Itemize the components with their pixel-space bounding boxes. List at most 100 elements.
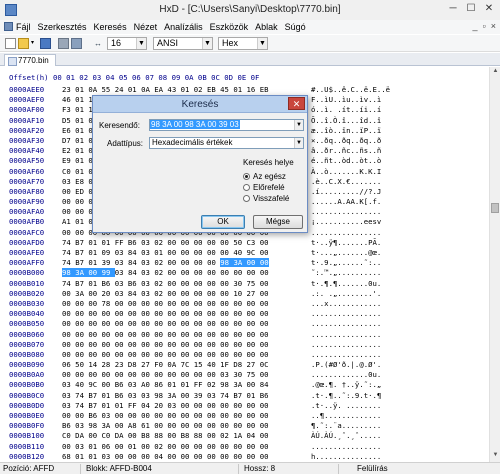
row-bytes[interactable]: 00 00 00 78 00 00 00 00 00 00 00 00 00 0… bbox=[62, 299, 311, 309]
ok-button[interactable]: OK bbox=[201, 215, 245, 229]
row-text[interactable]: ......A.AA.K[.f. bbox=[311, 197, 489, 207]
mdi-control[interactable]: × bbox=[491, 21, 496, 31]
direction-radio[interactable]: Az egész bbox=[243, 172, 286, 181]
cancel-button[interactable]: Mégse bbox=[253, 215, 303, 229]
row-bytes[interactable]: 74 B7 01 B6 03 B6 03 02 00 00 00 00 00 3… bbox=[62, 279, 311, 289]
hex-row[interactable]: 0000B0C0 03 74 B7 01 B6 03 03 98 3A 00 39… bbox=[9, 391, 489, 401]
row-bytes[interactable]: 00 00 00 00 00 00 00 00 00 00 00 00 03 3… bbox=[62, 370, 311, 380]
row-text[interactable]: .............0u. bbox=[311, 370, 489, 380]
hex-row[interactable]: 0000B0D0 03 74 B7 01 01 FF 04 20 03 00 00… bbox=[9, 401, 489, 411]
row-text[interactable]: ...x............ bbox=[311, 299, 489, 309]
vertical-scrollbar[interactable]: ▲ ▼ bbox=[489, 67, 500, 462]
row-text[interactable]: .t·.¶..˜:.9.t·.¶ bbox=[311, 391, 489, 401]
hex-row[interactable]: 0000AFF0 74 B7 01 39 03 84 03 02 00 00 00… bbox=[9, 258, 489, 268]
menu-item[interactable]: Nézet bbox=[134, 22, 158, 32]
row-text[interactable]: .@œ.¶. †..ÿ.˜:.„ bbox=[311, 380, 489, 390]
row-text[interactable]: .:. .„........'. bbox=[311, 289, 489, 299]
hex-row[interactable]: 0000B050 00 00 00 00 00 00 00 00 00 00 00… bbox=[9, 319, 489, 329]
dialog-close-button[interactable]: ✕ bbox=[288, 97, 305, 110]
row-text[interactable]: ..¶............. bbox=[311, 411, 489, 421]
row-bytes[interactable]: 00 00 00 00 00 00 00 00 00 00 00 00 00 0… bbox=[62, 309, 311, 319]
menu-item[interactable]: Ablak bbox=[255, 22, 278, 32]
row-text[interactable]: â..ðr..ñc..ñs..ñ bbox=[311, 146, 489, 156]
row-text[interactable]: ................ bbox=[311, 228, 489, 238]
row-text[interactable]: ó..ì. .ít..íi..í bbox=[311, 105, 489, 115]
row-text[interactable]: À..ò.......K.K.I bbox=[311, 167, 489, 177]
row-bytes[interactable]: 23 01 0A 55 24 01 0A EA 43 01 02 EB 45 0… bbox=[62, 85, 311, 95]
hex-row[interactable]: 0000B080 00 00 00 00 00 00 00 00 00 00 00… bbox=[9, 350, 489, 360]
offset-base-select[interactable]: Hex ▼ bbox=[218, 37, 268, 50]
hex-row[interactable]: 0000B0B0 03 40 9C 00 B6 03 A0 86 01 01 FF… bbox=[9, 380, 489, 390]
row-bytes[interactable]: 68 01 01 03 00 00 00 04 00 00 00 00 00 0… bbox=[62, 452, 311, 462]
ram-icon[interactable] bbox=[71, 38, 82, 49]
row-bytes[interactable]: 06 50 14 28 23 D8 27 F0 0A 7C 15 40 1F D… bbox=[62, 360, 311, 370]
row-bytes[interactable]: 00 03 01 06 00 01 00 02 00 00 00 00 00 0… bbox=[62, 442, 311, 452]
maximize-button[interactable]: ☐ bbox=[464, 3, 478, 15]
row-text[interactable]: é..ñt..òd..òt..ò bbox=[311, 156, 489, 166]
hex-row[interactable]: 0000AFD0 74 B7 01 01 FF B6 03 02 00 00 00… bbox=[9, 238, 489, 248]
row-bytes[interactable]: 74 B7 01 39 03 84 03 02 00 00 00 00 98 3… bbox=[62, 258, 311, 268]
row-text[interactable]: .í.........//?.J bbox=[311, 187, 489, 197]
row-bytes[interactable]: 74 B7 01 09 03 84 03 01 00 00 00 00 00 4… bbox=[62, 248, 311, 258]
row-text[interactable]: ................ bbox=[311, 330, 489, 340]
hex-row[interactable]: 0000B100 C0 DA 00 C0 DA 00 B8 88 00 B8 88… bbox=[9, 431, 489, 441]
bytes-per-row-select[interactable]: 16 ▼ bbox=[107, 37, 147, 50]
hex-row[interactable]: 0000B040 00 00 00 00 00 00 00 00 00 00 00… bbox=[9, 309, 489, 319]
row-bytes[interactable]: 00 00 00 00 00 00 00 00 00 00 00 00 00 0… bbox=[62, 319, 311, 329]
tab-file[interactable]: 7770.bin bbox=[4, 54, 56, 66]
new-file-icon[interactable] bbox=[5, 38, 16, 49]
scroll-thumb[interactable] bbox=[491, 203, 499, 213]
hex-row[interactable]: 0000B010 74 B7 01 B6 03 B6 03 02 00 00 00… bbox=[9, 279, 489, 289]
menu-item[interactable]: Súgó bbox=[285, 22, 306, 32]
row-text[interactable]: ................ bbox=[311, 309, 489, 319]
save-icon[interactable] bbox=[40, 38, 51, 49]
row-text[interactable]: t·.9.„......˜:.. bbox=[311, 258, 489, 268]
direction-radio[interactable]: Visszafelé bbox=[243, 194, 289, 203]
row-text[interactable]: t·.¶.¶.......0u. bbox=[311, 279, 489, 289]
row-text[interactable]: ¡...........eesv bbox=[311, 217, 489, 227]
row-bytes[interactable]: 03 74 B7 01 01 FF 04 20 03 00 00 00 00 0… bbox=[62, 401, 311, 411]
row-text[interactable]: t·...„.......@œ. bbox=[311, 248, 489, 258]
hex-row[interactable]: 0000B090 06 50 14 28 23 D8 27 F0 0A 7C 15… bbox=[9, 360, 489, 370]
chevron-down-icon[interactable]: ▾ bbox=[31, 38, 37, 49]
row-text[interactable]: Õ..î.Ò.î...îd..î bbox=[311, 116, 489, 126]
charset-select[interactable]: ANSI ▼ bbox=[153, 37, 213, 50]
row-text[interactable]: t·..ÿ¶.......PÃ. bbox=[311, 238, 489, 248]
row-text[interactable]: ÀÚ.ÀÚ.¸ˆ.¸ˆ..... bbox=[311, 431, 489, 441]
scroll-up-icon[interactable]: ▲ bbox=[491, 68, 500, 77]
row-text[interactable]: ................ bbox=[311, 350, 489, 360]
row-text[interactable]: ×..ðq..ðq..ðq..ð bbox=[311, 136, 489, 146]
row-text[interactable]: ................ bbox=[311, 340, 489, 350]
hex-row[interactable]: 0000B120 68 01 01 03 00 00 00 04 00 00 00… bbox=[9, 452, 489, 462]
row-bytes[interactable]: C0 DA 00 C0 DA 00 B8 88 00 B8 88 00 02 1… bbox=[62, 431, 311, 441]
row-text[interactable]: .è..C.X.€....... bbox=[311, 177, 489, 187]
menu-item[interactable]: Fájl bbox=[16, 22, 31, 32]
row-bytes[interactable]: 03 74 B7 01 B6 03 03 98 3A 00 39 03 74 B… bbox=[62, 391, 311, 401]
hex-row[interactable]: 0000B020 00 3A 00 20 03 84 03 02 00 00 00… bbox=[9, 289, 489, 299]
row-text[interactable]: ˜:.™.„.......... bbox=[311, 268, 489, 278]
row-text[interactable]: ................ bbox=[311, 319, 489, 329]
row-bytes[interactable]: 74 B7 01 01 FF B6 03 02 00 00 00 00 00 5… bbox=[62, 238, 311, 248]
row-text[interactable]: ¶.˜:.¨a......... bbox=[311, 421, 489, 431]
close-button[interactable]: ✕ bbox=[482, 3, 496, 15]
search-input[interactable]: 98 3A 00 98 3A 00 39 03 ▼ bbox=[149, 119, 304, 131]
row-bytes[interactable]: 98 3A 00 99 03 84 03 02 00 00 00 00 00 0… bbox=[62, 268, 311, 278]
hex-row[interactable]: 0000B0A0 00 00 00 00 00 00 00 00 00 00 00… bbox=[9, 370, 489, 380]
row-text[interactable]: h............... bbox=[311, 452, 489, 462]
dialog-title-bar[interactable]: Keresés ✕ bbox=[93, 96, 307, 113]
hex-row[interactable]: 0000B030 00 00 00 78 00 00 00 00 00 00 00… bbox=[9, 299, 489, 309]
row-bytes[interactable]: 00 00 B6 03 00 00 00 00 00 00 00 00 00 0… bbox=[62, 411, 311, 421]
row-bytes[interactable]: 00 00 00 00 00 00 00 00 00 00 00 00 00 0… bbox=[62, 350, 311, 360]
row-text[interactable]: ................ bbox=[311, 207, 489, 217]
row-text[interactable]: F..ìU..ìu..ìv..ì bbox=[311, 95, 489, 105]
mdi-control[interactable]: ▫ bbox=[483, 21, 486, 31]
type-select[interactable]: Hexadecimális értékek ▼ bbox=[149, 137, 304, 149]
row-bytes[interactable]: 00 00 00 00 00 00 00 00 00 00 00 00 00 0… bbox=[62, 340, 311, 350]
disk-icon[interactable] bbox=[58, 38, 69, 49]
radio-icon[interactable] bbox=[243, 195, 250, 202]
row-text[interactable]: .t·..ÿ. ........ bbox=[311, 401, 489, 411]
menu-item[interactable]: Analízális bbox=[164, 22, 203, 32]
row-bytes[interactable]: 00 00 00 00 00 00 00 00 00 00 00 00 00 0… bbox=[62, 330, 311, 340]
row-bytes[interactable]: 03 40 9C 00 B6 03 A0 86 01 01 FF 02 98 3… bbox=[62, 380, 311, 390]
open-folder-icon[interactable] bbox=[18, 38, 29, 49]
